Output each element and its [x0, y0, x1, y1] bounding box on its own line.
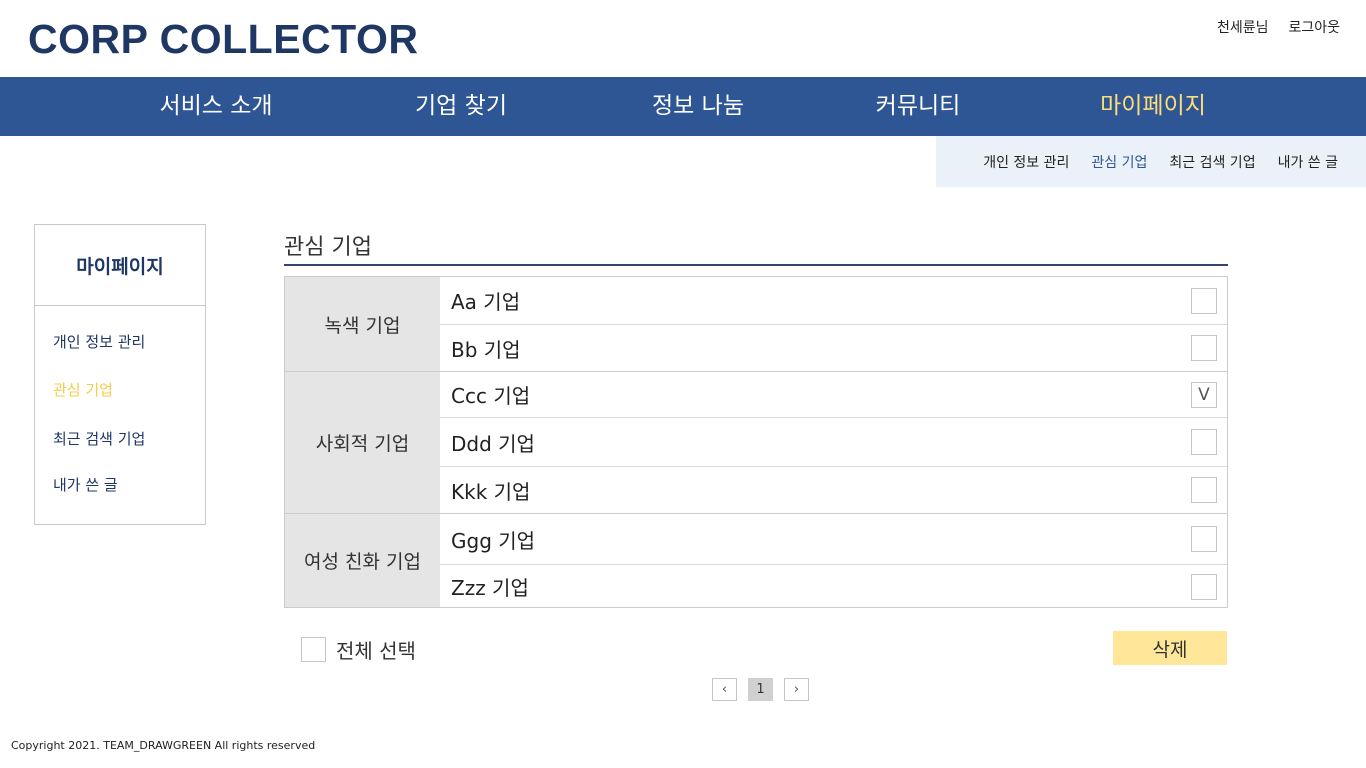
main-nav: 서비스 소개 기업 찾기 정보 나눔 커뮤니티 마이페이지: [0, 77, 1366, 136]
site-logo[interactable]: CORP COLLECTOR: [28, 16, 418, 63]
company-name: Zzz 기업: [451, 576, 529, 600]
category-group: 여성 친화 기업 Ggg 기업 Zzz 기업: [285, 513, 1227, 607]
delete-button[interactable]: 삭제: [1113, 631, 1227, 665]
company-checkbox[interactable]: [1191, 573, 1217, 600]
company-checkbox[interactable]: [1191, 335, 1217, 361]
category-group: 사회적 기업 Ccc 기업 V Ddd 기업 Kkk 기업: [285, 371, 1227, 513]
sidebar-item-interest[interactable]: 관심 기업: [53, 379, 113, 400]
company-row: Zzz 기업: [440, 564, 1227, 608]
sidebar-title: 마이페이지: [35, 225, 205, 306]
company-checkbox[interactable]: [1191, 429, 1217, 455]
title-divider: [284, 264, 1228, 266]
company-name: Bb 기업: [451, 337, 521, 362]
category-label: 녹색 기업: [285, 277, 440, 371]
subnav-item-my-posts[interactable]: 내가 쓴 글: [1278, 152, 1338, 172]
company-row: Bb 기업: [440, 324, 1227, 371]
logout-link[interactable]: 로그아웃: [1288, 17, 1340, 37]
company-name: Kkk 기업: [451, 479, 531, 504]
nav-item-mypage[interactable]: 마이페이지: [1100, 77, 1206, 136]
pagination: ‹ 1 ›: [712, 678, 809, 701]
subnav-item-profile[interactable]: 개인 정보 관리: [983, 152, 1069, 172]
sidebar-item-recent-search[interactable]: 최근 검색 기업: [53, 428, 145, 449]
page-title: 관심 기업: [284, 235, 372, 260]
company-name: Ccc 기업: [451, 384, 531, 408]
select-all[interactable]: 전체 선택: [301, 635, 416, 664]
company-row: Ccc 기업 V: [440, 372, 1227, 417]
category-label: 사회적 기업: [285, 372, 440, 513]
category-group: 녹색 기업 Aa 기업 Bb 기업: [285, 277, 1227, 371]
company-name: Aa 기업: [451, 290, 521, 314]
footer-copyright: Copyright 2021. TEAM_DRAWGREEN All right…: [11, 739, 316, 752]
interest-company-table: 녹색 기업 Aa 기업 Bb 기업 사회적 기업 Ccc 기업 V Ddd 기업…: [284, 276, 1228, 608]
company-checkbox[interactable]: [1191, 477, 1217, 503]
nav-item-service-intro[interactable]: 서비스 소개: [159, 77, 272, 136]
sidebar-item-profile[interactable]: 개인 정보 관리: [53, 331, 145, 352]
subnav-item-interest[interactable]: 관심 기업: [1091, 152, 1147, 172]
company-row: Kkk 기업: [440, 466, 1227, 513]
nav-item-community[interactable]: 커뮤니티: [876, 77, 961, 136]
sidebar: 마이페이지 개인 정보 관리 관심 기업 최근 검색 기업 내가 쓴 글: [34, 224, 206, 525]
select-all-checkbox[interactable]: [301, 637, 326, 662]
company-name: Ggg 기업: [451, 528, 536, 553]
sub-nav: 개인 정보 관리 관심 기업 최근 검색 기업 내가 쓴 글: [936, 136, 1366, 187]
chevron-right-icon[interactable]: ›: [784, 678, 809, 701]
chevron-left-icon[interactable]: ‹: [712, 678, 737, 701]
nav-item-find-company[interactable]: 기업 찾기: [415, 77, 507, 136]
nav-item-info-share[interactable]: 정보 나눔: [652, 77, 744, 136]
subnav-item-recent-search[interactable]: 최근 검색 기업: [1169, 152, 1255, 172]
user-area: 천세륜님 로그아웃: [1217, 17, 1340, 37]
company-checkbox[interactable]: [1191, 526, 1217, 552]
company-checkbox[interactable]: V: [1191, 381, 1217, 408]
category-label: 여성 친화 기업: [285, 514, 440, 607]
company-checkbox[interactable]: [1191, 287, 1217, 314]
company-name: Ddd 기업: [451, 431, 535, 456]
select-all-label: 전체 선택: [336, 639, 416, 663]
company-row: Aa 기업: [440, 277, 1227, 324]
user-name: 천세륜님: [1216, 20, 1269, 36]
company-row: Ddd 기업: [440, 417, 1227, 466]
sidebar-item-my-posts[interactable]: 내가 쓴 글: [53, 474, 118, 495]
page-number-current[interactable]: 1: [748, 678, 773, 701]
company-row: Ggg 기업: [440, 514, 1227, 564]
